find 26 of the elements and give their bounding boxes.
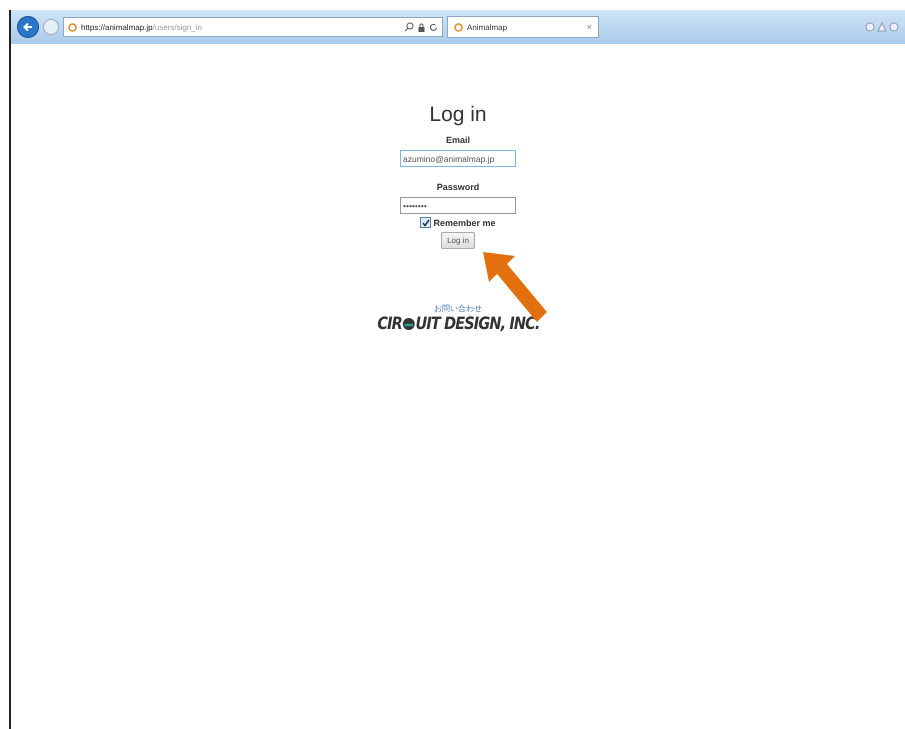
- url-text: https://animalmap.jp/users/sign_in: [81, 22, 203, 32]
- password-field[interactable]: ••••••••: [400, 197, 516, 214]
- remember-label: Remember me: [433, 218, 496, 228]
- browser-tab[interactable]: Animalmap ×: [447, 16, 599, 38]
- logo-text: UIT DESIGN, INC.: [415, 314, 540, 334]
- address-bar[interactable]: https://animalmap.jp/users/sign_in: [63, 17, 443, 37]
- remember-checkbox[interactable]: [420, 217, 432, 228]
- lock-icon: [418, 22, 425, 32]
- email-label: Email: [446, 135, 470, 145]
- login-button[interactable]: Log in: [441, 232, 475, 249]
- email-field[interactable]: azumino@animalmap.jp: [400, 150, 516, 167]
- close-tab-button[interactable]: ×: [586, 22, 592, 32]
- site-icon: [68, 22, 77, 32]
- contact-link[interactable]: お問い合わせ: [434, 303, 482, 314]
- password-label: Password: [436, 182, 480, 192]
- refresh-icon[interactable]: [429, 22, 438, 32]
- logo-mark-icon: [401, 317, 416, 331]
- tab-title: Animalmap: [467, 22, 508, 32]
- toolbar-icons-drawing[interactable]: [865, 22, 899, 32]
- back-arrow-icon: [22, 21, 34, 33]
- checkmark-icon: [422, 218, 430, 226]
- search-icon[interactable]: [404, 22, 414, 32]
- back-button[interactable]: [17, 16, 39, 38]
- site-icon: [454, 22, 463, 32]
- login-title: Log in: [429, 103, 487, 127]
- logo-text: CIR: [376, 314, 402, 334]
